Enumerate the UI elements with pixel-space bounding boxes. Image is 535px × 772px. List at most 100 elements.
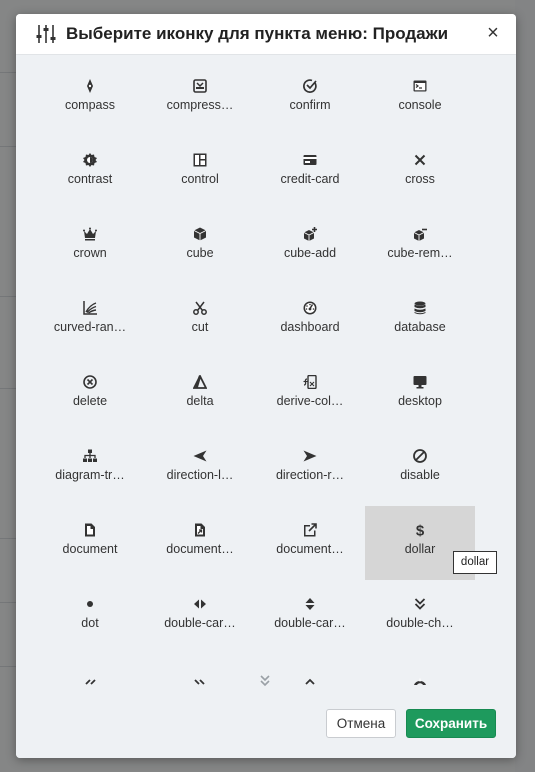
- icon-option-label: control: [181, 172, 219, 186]
- double-chevron-left-icon: [85, 679, 96, 685]
- icon-option-document-share[interactable]: document…: [255, 506, 365, 580]
- delta-icon: [193, 375, 207, 389]
- icon-option-document[interactable]: document: [35, 506, 145, 580]
- icon-option-delete[interactable]: delete: [35, 358, 145, 432]
- icon-option-direction-right[interactable]: direction-r…: [255, 432, 365, 506]
- icon-option-double-chevron-down[interactable]: double-ch…: [365, 580, 475, 654]
- icon-option-label: cut: [191, 320, 209, 334]
- icon-option-confirm[interactable]: confirm: [255, 62, 365, 136]
- dialog-footer: Отмена Сохранить: [16, 691, 516, 758]
- icon-option-label: double-ch…: [386, 616, 454, 630]
- icon-option-diagram-tree[interactable]: diagram-tr…: [35, 432, 145, 506]
- icon-option-label: direction-r…: [275, 468, 345, 482]
- double-chevron-right-icon: [194, 679, 205, 685]
- cube-remove-icon: [413, 228, 427, 241]
- double-chevron-down-icon: [414, 598, 426, 610]
- document-icon: [85, 523, 95, 537]
- icon-option-cube-add[interactable]: cube-add: [255, 210, 365, 284]
- dollar-icon: $: [416, 523, 425, 537]
- icon-option-cube-remove[interactable]: cube-rem…: [365, 210, 475, 284]
- icon-option-label: crown: [73, 246, 107, 260]
- icon-option-label: credit-card: [280, 172, 340, 186]
- icon-option-label: cube-add: [283, 246, 337, 260]
- crown-icon: [83, 227, 97, 241]
- icon-option-label: diagram-tr…: [55, 468, 125, 482]
- icon-option-label: cube-rem…: [387, 246, 453, 260]
- dot-icon: [87, 601, 93, 607]
- icon-option-doughnut-chart[interactable]: [365, 654, 475, 691]
- icon-option-cube[interactable]: cube: [145, 210, 255, 284]
- cancel-button[interactable]: Отмена: [326, 709, 396, 738]
- compress-icon: [193, 79, 207, 93]
- icon-option-label: document…: [166, 542, 234, 556]
- icon-option-label: desktop: [398, 394, 442, 408]
- desktop-icon: [413, 376, 427, 389]
- icon-option-compass[interactable]: compass: [35, 62, 145, 136]
- icon-option-credit-card[interactable]: credit-card: [255, 136, 365, 210]
- icon-option-console[interactable]: console: [365, 62, 475, 136]
- icon-option-label: disable: [400, 468, 440, 482]
- control-icon: [193, 153, 207, 167]
- icon-option-cross[interactable]: cross: [365, 136, 475, 210]
- icon-option-crown[interactable]: crown: [35, 210, 145, 284]
- icon-option-label: dot: [81, 616, 99, 630]
- icon-picker-dialog: Выберите иконку для пункта меню: Продажи…: [16, 14, 516, 758]
- cube-icon: [193, 227, 207, 241]
- compass-icon: [87, 79, 93, 93]
- document-open-icon: [195, 523, 205, 537]
- icon-option-label: confirm: [289, 98, 331, 112]
- database-icon: [414, 301, 426, 315]
- icon-option-label: double-car…: [164, 616, 236, 630]
- direction-right-icon: [303, 450, 317, 462]
- close-button[interactable]: ×: [484, 23, 502, 43]
- icon-option-label: derive-col…: [276, 394, 344, 408]
- direction-left-icon: [193, 450, 207, 462]
- icon-option-dot[interactable]: dot: [35, 580, 145, 654]
- icon-option-label: cube: [186, 246, 214, 260]
- dashboard-icon: [303, 301, 317, 315]
- icon-option-curved-range[interactable]: curved-ran…: [35, 284, 145, 358]
- icon-option-label: document…: [276, 542, 344, 556]
- icon-option-cut[interactable]: cut: [145, 284, 255, 358]
- icon-option-direction-left[interactable]: direction-l…: [145, 432, 255, 506]
- doughnut-chart-icon: [414, 678, 426, 685]
- icon-option-label: delta: [186, 394, 214, 408]
- icon-option-derive-column[interactable]: derive-col…: [255, 358, 365, 432]
- curved-range-icon: [83, 301, 97, 315]
- icon-option-compress[interactable]: compress…: [145, 62, 255, 136]
- confirm-icon: [303, 79, 317, 93]
- icon-option-double-chevron-right[interactable]: [145, 654, 255, 691]
- tooltip: dollar: [453, 551, 497, 574]
- delete-icon: [83, 375, 97, 389]
- icon-option-disable[interactable]: disable: [365, 432, 475, 506]
- icon-option-label: console: [398, 98, 442, 112]
- icon-option-double-caret-horizontal[interactable]: double-car…: [145, 580, 255, 654]
- icon-option-double-chevron-left[interactable]: [35, 654, 145, 691]
- icon-option-label: cross: [405, 172, 435, 186]
- double-caret-vertical-icon: [305, 598, 315, 610]
- icon-option-label: contrast: [67, 172, 113, 186]
- scroll-down-chevron-icon[interactable]: [257, 674, 273, 688]
- icon-option-label: compress…: [166, 98, 234, 112]
- icon-option-database[interactable]: database: [365, 284, 475, 358]
- icon-option-delta[interactable]: delta: [145, 358, 255, 432]
- double-chevron-up-icon: [305, 678, 315, 685]
- icon-option-control[interactable]: control: [145, 136, 255, 210]
- double-caret-horizontal-icon: [194, 599, 206, 609]
- icon-option-label: document: [62, 542, 118, 556]
- icon-option-contrast[interactable]: contrast: [35, 136, 145, 210]
- cross-icon: [414, 154, 426, 166]
- contrast-icon: [83, 153, 97, 167]
- dialog-header: Выберите иконку для пункта меню: Продажи…: [16, 14, 516, 55]
- icon-option-label: curved-ran…: [53, 320, 127, 334]
- save-button[interactable]: Сохранить: [406, 709, 496, 738]
- cube-add-icon: [303, 227, 317, 241]
- icon-option-label: dashboard: [280, 320, 340, 334]
- icon-option-label: direction-l…: [166, 468, 234, 482]
- icon-option-desktop[interactable]: desktop: [365, 358, 475, 432]
- icon-option-document-open[interactable]: document…: [145, 506, 255, 580]
- disable-icon: [413, 449, 427, 463]
- icon-option-dashboard[interactable]: dashboard: [255, 284, 365, 358]
- icon-option-double-caret-vertical[interactable]: double-car…: [255, 580, 365, 654]
- document-share-icon: [304, 523, 317, 537]
